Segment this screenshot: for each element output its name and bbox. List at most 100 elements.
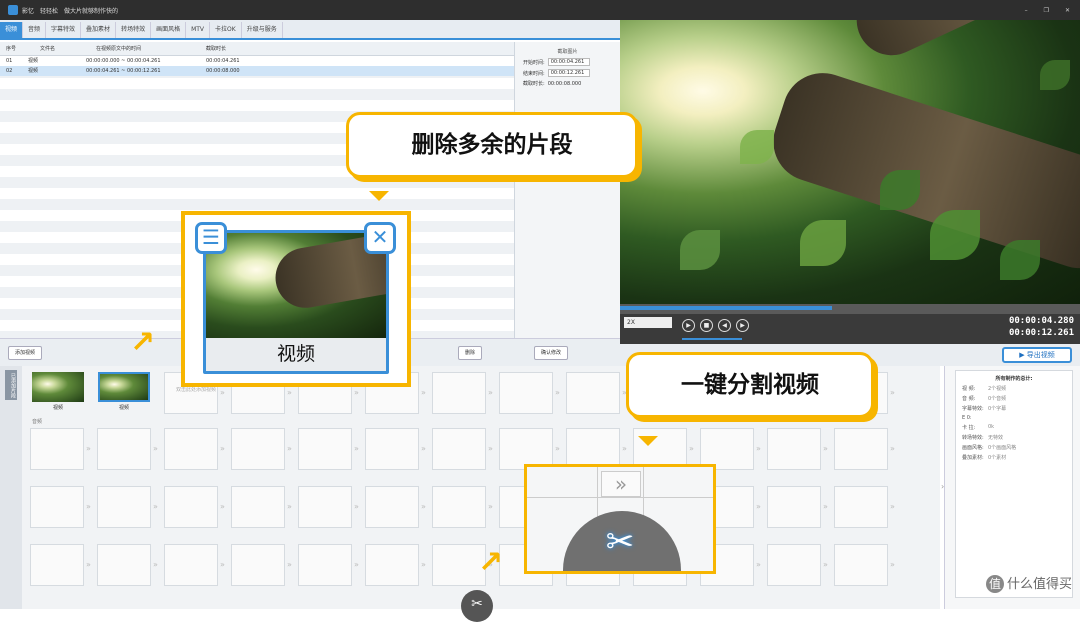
restore-icon[interactable]: ❐ <box>1044 7 1049 14</box>
transition-arrow-icon[interactable]: » <box>421 502 426 511</box>
transition-arrow-icon[interactable]: » <box>354 388 359 397</box>
transition-arrow-icon[interactable]: » <box>622 444 627 453</box>
timeline-slot[interactable] <box>365 428 419 470</box>
timeline-slot[interactable] <box>231 428 285 470</box>
timeline-slot[interactable] <box>97 544 151 586</box>
volume-slider[interactable] <box>682 338 742 340</box>
tab-mtv[interactable]: MTV <box>186 22 211 38</box>
timeline-clip-thumbnail[interactable] <box>32 372 84 402</box>
transition-arrow-icon[interactable]: » <box>823 502 828 511</box>
split-scissors-button[interactable]: ✂ <box>461 590 493 622</box>
transition-arrow-icon[interactable]: » <box>890 388 895 397</box>
tab-karaoke[interactable]: 卡拉OK <box>210 22 242 38</box>
tab-subtitle[interactable]: 字幕特效 <box>46 22 82 38</box>
transition-arrow-icon[interactable]: » <box>488 444 493 453</box>
timeline-slot[interactable] <box>164 486 218 528</box>
scissors-icon[interactable]: ✂ <box>597 519 643 565</box>
transition-arrow-icon[interactable]: » <box>220 560 225 569</box>
delete-button[interactable]: 删除 <box>458 346 483 360</box>
tab-style[interactable]: 画面风格 <box>151 22 187 38</box>
transition-arrow-icon[interactable]: » <box>756 444 761 453</box>
transition-arrow-icon[interactable]: » <box>555 388 560 397</box>
tab-audio[interactable]: 音频 <box>23 22 47 38</box>
timeline-slot[interactable] <box>834 428 888 470</box>
transition-arrow-icon[interactable]: » <box>153 502 158 511</box>
table-row[interactable]: 01 视频 00:00:00.000 ~ 00:00:04.261 00:00:… <box>0 56 514 66</box>
transition-arrow-icon[interactable]: » <box>421 560 426 569</box>
transition-arrow-icon[interactable]: » <box>153 444 158 453</box>
timeline-slot[interactable] <box>767 486 821 528</box>
menu-list-icon[interactable]: ☰ <box>195 222 227 254</box>
menu-item[interactable]: 轻轻松 <box>40 6 58 15</box>
timeline-slot[interactable] <box>432 486 486 528</box>
stop-icon[interactable]: ■ <box>700 319 713 332</box>
timeline-clip-thumbnail-selected[interactable] <box>98 372 150 402</box>
add-video-button[interactable]: 添加视频 <box>8 346 43 360</box>
transition-arrow-icon[interactable]: » <box>86 502 91 511</box>
timeline-slot[interactable] <box>298 544 352 586</box>
table-row[interactable]: 02 视频 00:00:04.261 ~ 00:00:12.261 00:00:… <box>0 66 514 76</box>
timeline-slot[interactable] <box>231 486 285 528</box>
transition-arrow-icon[interactable]: » <box>488 388 493 397</box>
transition-arrow-icon[interactable]: » <box>421 444 426 453</box>
add-video-placeholder[interactable]: 双击此处添加视频 <box>176 386 226 393</box>
export-video-button[interactable]: ▶ 导出视频 <box>1002 347 1072 363</box>
timeline-slot[interactable] <box>30 428 84 470</box>
transition-arrow-icon[interactable]: » <box>823 560 828 569</box>
transition-arrow-icon[interactable]: » <box>220 502 225 511</box>
transition-arrow-icon[interactable]: » <box>689 444 694 453</box>
menu-item[interactable]: 做大片就够制作快的 <box>64 6 118 15</box>
timeline-slot[interactable] <box>432 428 486 470</box>
close-clip-icon[interactable]: ✕ <box>364 222 396 254</box>
timeline-slot[interactable] <box>365 544 419 586</box>
close-icon[interactable]: ✕ <box>1065 7 1070 14</box>
start-time-field[interactable]: 00:00:04.261 <box>547 58 590 66</box>
tab-transition[interactable]: 转场特效 <box>116 22 152 38</box>
transition-arrow-icon[interactable]: » <box>488 502 493 511</box>
next-frame-icon[interactable]: ▶ <box>736 319 749 332</box>
confirm-button[interactable]: 确认修改 <box>534 346 569 360</box>
timeline-slot[interactable] <box>767 428 821 470</box>
timeline-slot[interactable] <box>164 544 218 586</box>
timeline-slot[interactable] <box>298 486 352 528</box>
timeline-slot[interactable] <box>432 372 486 414</box>
timeline-slot[interactable] <box>499 372 553 414</box>
timeline-slot[interactable] <box>30 486 84 528</box>
timeline-slot[interactable] <box>566 372 620 414</box>
transition-arrow-icon[interactable]: » <box>86 560 91 569</box>
transition-arrow-icon[interactable]: » <box>823 444 828 453</box>
timeline-slot[interactable] <box>365 486 419 528</box>
timeline-slot[interactable] <box>97 486 151 528</box>
transition-arrow-icon[interactable]: » <box>354 444 359 453</box>
transition-arrow-icon[interactable]: » <box>220 444 225 453</box>
tab-video[interactable]: 视频 <box>0 22 24 38</box>
clip-card[interactable]: 视频 <box>203 230 389 374</box>
timeline-slot[interactable] <box>30 544 84 586</box>
transition-arrow-icon[interactable]: » <box>756 502 761 511</box>
transition-arrow-icon[interactable]: » <box>354 502 359 511</box>
minimize-icon[interactable]: – <box>1025 7 1028 14</box>
transition-arrow-icon[interactable]: » <box>287 560 292 569</box>
timeline-slot[interactable] <box>834 544 888 586</box>
transition-arrow-icon[interactable]: » <box>890 502 895 511</box>
collapse-arrow-icon[interactable]: › <box>941 482 944 491</box>
transition-arrow-icon[interactable]: » <box>890 444 895 453</box>
timeline-slot[interactable] <box>298 428 352 470</box>
transition-arrow-icon[interactable]: » <box>287 388 292 397</box>
zoom-select[interactable]: 2X <box>624 317 672 328</box>
transition-arrow-icon[interactable]: » <box>421 388 426 397</box>
tab-upgrade[interactable]: 升级与服务 <box>242 22 283 38</box>
transition-arrow-icon[interactable]: » <box>153 560 158 569</box>
transition-arrow-icon[interactable]: » <box>287 502 292 511</box>
timeline-slot[interactable] <box>834 486 888 528</box>
transition-arrow-icon[interactable]: » <box>86 444 91 453</box>
video-preview[interactable] <box>620 20 1080 304</box>
timeline-slot[interactable] <box>97 428 151 470</box>
tab-overlay[interactable]: 叠加素材 <box>81 22 117 38</box>
transition-arrow-icon[interactable]: » <box>555 444 560 453</box>
prev-frame-icon[interactable]: ◀ <box>718 319 731 332</box>
transition-arrow-icon[interactable]: » <box>756 560 761 569</box>
play-icon[interactable]: ▶ <box>682 319 695 332</box>
transition-arrow-icon[interactable]: » <box>287 444 292 453</box>
timeline-slot[interactable] <box>767 544 821 586</box>
